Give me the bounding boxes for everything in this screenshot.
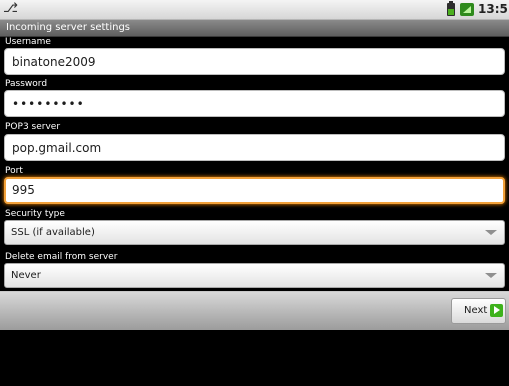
security-type-label: Security type — [5, 209, 65, 219]
signal-icon — [460, 3, 474, 16]
page-title: Incoming server settings — [6, 22, 130, 33]
username-value: binatone2009 — [12, 55, 96, 69]
username-field[interactable]: binatone2009 — [4, 48, 505, 75]
delete-email-value: Never — [11, 270, 41, 281]
port-value: 995 — [12, 183, 35, 197]
status-bar: ⎇ 13:5 — [0, 0, 509, 20]
port-field[interactable]: 995 — [4, 177, 505, 204]
password-field[interactable]: ••••••••• — [4, 90, 505, 117]
security-type-dropdown[interactable]: SSL (if available) — [4, 220, 505, 245]
arrow-right-icon — [490, 304, 503, 317]
delete-email-label: Delete email from server — [5, 252, 118, 262]
button-bar: Next — [0, 291, 509, 330]
server-field[interactable]: pop.gmail.com — [4, 134, 505, 161]
next-button-label: Next — [464, 305, 488, 316]
next-button[interactable]: Next — [451, 298, 506, 324]
chevron-down-icon — [485, 273, 497, 278]
server-label: POP3 server — [5, 122, 61, 132]
password-value: ••••••••• — [12, 97, 85, 111]
security-type-value: SSL (if available) — [11, 227, 95, 238]
battery-icon — [447, 1, 455, 16]
title-bar: Incoming server settings — [0, 20, 509, 37]
server-value: pop.gmail.com — [12, 141, 102, 155]
delete-email-dropdown[interactable]: Never — [4, 263, 505, 288]
password-label: Password — [5, 79, 48, 89]
usb-icon: ⎇ — [3, 1, 18, 16]
port-label: Port — [5, 166, 23, 176]
username-label: Username — [5, 37, 51, 47]
chevron-down-icon — [485, 230, 497, 235]
status-time: 13:5 — [478, 2, 508, 16]
